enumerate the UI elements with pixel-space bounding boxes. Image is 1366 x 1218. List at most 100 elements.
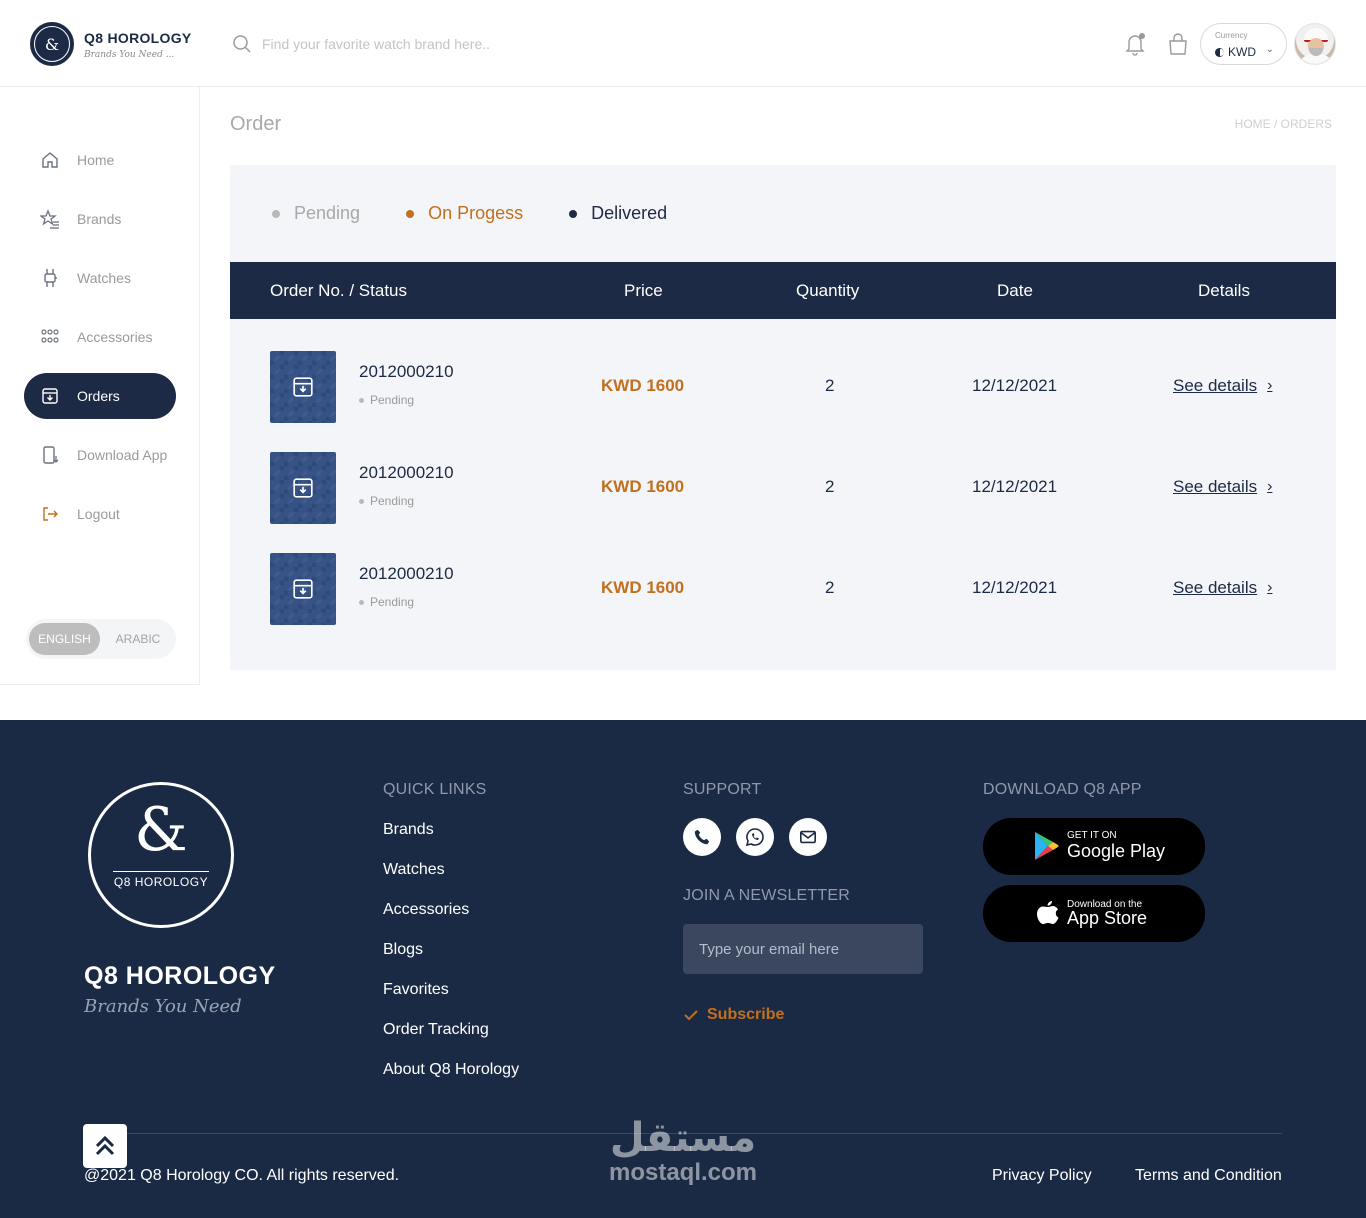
sidebar-item-accessories[interactable]: Accessories xyxy=(24,314,176,360)
sidebar-item-label: Home xyxy=(77,152,115,168)
orders-table-header: Order No. / Status Price Quantity Date D… xyxy=(230,262,1336,319)
user-avatar[interactable] xyxy=(1294,23,1336,65)
order-box-icon xyxy=(293,579,313,599)
google-play-button[interactable]: GET IT ON Google Play xyxy=(983,818,1205,875)
footer-brand-tagline: Brands You Need xyxy=(84,996,242,1017)
newsletter-heading: JOIN A NEWSLETTER xyxy=(683,887,850,904)
google-play-icon xyxy=(1035,832,1059,860)
sidebar-item-watches[interactable]: Watches xyxy=(24,255,176,301)
home-icon xyxy=(40,150,60,170)
order-box-icon xyxy=(293,478,313,498)
sidebar-item-label: Accessories xyxy=(77,329,153,345)
table-row: 2012000210 Pending KWD 1600 2 12/12/2021… xyxy=(230,553,1336,625)
sidebar-item-home[interactable]: Home xyxy=(24,137,176,183)
newsletter-email-input[interactable] xyxy=(683,924,923,974)
top-header: & Q8 HOROLOGY Brands You Need ... Curren… xyxy=(0,0,1366,87)
see-details-label: See details xyxy=(1173,578,1258,597)
footer-link-watches[interactable]: Watches xyxy=(383,861,445,879)
footer-link-about[interactable]: About Q8 Horology xyxy=(383,1061,519,1079)
scroll-to-top-button[interactable] xyxy=(83,1124,127,1168)
order-number: 2012000210 xyxy=(359,564,454,583)
sidebar-item-label: Watches xyxy=(77,270,131,286)
order-quantity: 2 xyxy=(825,578,835,597)
order-thumbnail xyxy=(270,452,336,524)
privacy-policy-link[interactable]: Privacy Policy xyxy=(992,1167,1092,1185)
copyright-text: @2021 Q8 Horology CO. All rights reserve… xyxy=(84,1167,400,1184)
footer-link-brands[interactable]: Brands xyxy=(383,821,434,839)
column-header-quantity: Quantity xyxy=(796,281,860,300)
order-status-label: Pending xyxy=(370,494,415,508)
filter-label: On Progess xyxy=(428,203,524,223)
see-details-link[interactable]: See details › xyxy=(1173,578,1272,598)
footer: & Q8 HOROLOGY Q8 HOROLOGY Brands You Nee… xyxy=(0,720,1366,1218)
sidebar-item-label: Download App xyxy=(77,447,168,463)
currency-value: KWD xyxy=(1215,45,1256,59)
watermark-arabic: مستقل xyxy=(609,1115,757,1161)
lang-english-button[interactable]: ENGLISH xyxy=(29,623,100,655)
google-play-big-text: Google Play xyxy=(1067,841,1166,861)
subscribe-button[interactable]: Subscribe xyxy=(683,1006,784,1024)
footer-link-blogs[interactable]: Blogs xyxy=(383,941,423,959)
support-heading: SUPPORT xyxy=(683,781,762,798)
order-number: 2012000210 xyxy=(359,362,454,381)
star-list-icon xyxy=(40,209,60,229)
sidebar-item-download-app[interactable]: Download App xyxy=(24,432,176,478)
sidebar: Home Brands Watches Accessories Orders D… xyxy=(0,87,200,685)
footer-link-order-tracking[interactable]: Order Tracking xyxy=(383,1021,489,1039)
filter-label: Delivered xyxy=(591,203,668,223)
order-date: 12/12/2021 xyxy=(972,578,1058,597)
order-status-label: Pending xyxy=(370,393,415,407)
order-price: KWD 1600 xyxy=(601,477,685,496)
order-price: KWD 1600 xyxy=(601,376,685,395)
sidebar-item-logout[interactable]: Logout xyxy=(24,491,176,537)
subscribe-label: Subscribe xyxy=(707,1006,785,1023)
filter-delivered[interactable]: Delivered xyxy=(569,203,667,224)
notification-bell-icon[interactable] xyxy=(1124,32,1146,56)
logo-symbol-icon: & xyxy=(134,795,188,865)
currency-label: Currency xyxy=(1215,31,1248,40)
see-details-label: See details xyxy=(1173,376,1258,395)
order-quantity: 2 xyxy=(825,376,835,395)
see-details-label: See details xyxy=(1173,477,1258,496)
watch-icon xyxy=(40,268,60,288)
whatsapp-icon xyxy=(745,828,764,847)
sidebar-item-label: Brands xyxy=(77,211,122,227)
filter-pending[interactable]: Pending xyxy=(272,203,360,224)
footer-link-favorites[interactable]: Favorites xyxy=(383,981,449,999)
double-chevron-up-icon xyxy=(95,1135,115,1156)
lang-arabic-button[interactable]: ARABIC xyxy=(106,623,170,655)
column-header-details: Details xyxy=(1198,281,1250,300)
footer-link-accessories[interactable]: Accessories xyxy=(383,901,469,919)
chevron-right-icon: › xyxy=(1267,478,1273,495)
phone-button[interactable] xyxy=(683,818,721,856)
brand-logo[interactable]: & xyxy=(30,22,74,66)
shopping-bag-icon[interactable] xyxy=(1167,32,1189,56)
app-store-button[interactable]: Download on the App Store xyxy=(983,885,1205,942)
search-input[interactable] xyxy=(262,32,662,56)
footer-brand-name: Q8 HOROLOGY xyxy=(84,962,276,990)
column-header-date: Date xyxy=(997,281,1033,300)
sidebar-item-brands[interactable]: Brands xyxy=(24,196,176,242)
order-status: Pending xyxy=(359,494,414,508)
whatsapp-button[interactable] xyxy=(736,818,774,856)
terms-link[interactable]: Terms and Condition xyxy=(1135,1167,1282,1185)
watermark-english: mostaql.com xyxy=(608,1159,758,1186)
filter-on-progress[interactable]: On Progess xyxy=(406,203,523,224)
footer-logo: & Q8 HOROLOGY xyxy=(88,782,234,928)
sidebar-item-orders[interactable]: Orders xyxy=(24,373,176,419)
download-heading: DOWNLOAD Q8 APP xyxy=(983,781,1142,798)
email-button[interactable] xyxy=(789,818,827,856)
status-dot xyxy=(569,209,578,218)
chevron-right-icon: › xyxy=(1267,377,1273,394)
phone-download-icon xyxy=(40,445,60,465)
currency-selector[interactable]: Currency KWD ⌄ xyxy=(1200,23,1287,65)
accessories-icon xyxy=(40,327,60,347)
order-box-icon xyxy=(293,377,313,397)
orders-panel: Pending On Progess Delivered Order No. /… xyxy=(230,165,1336,670)
see-details-link[interactable]: See details › xyxy=(1173,376,1272,396)
brand-tagline: Brands You Need ... xyxy=(84,50,175,60)
table-row: 2012000210 Pending KWD 1600 2 12/12/2021… xyxy=(230,351,1336,423)
breadcrumb[interactable]: HOME / ORDERS xyxy=(1235,117,1332,131)
see-details-link[interactable]: See details › xyxy=(1173,477,1272,497)
footer-logo-text: Q8 HOROLOGY xyxy=(113,875,209,889)
